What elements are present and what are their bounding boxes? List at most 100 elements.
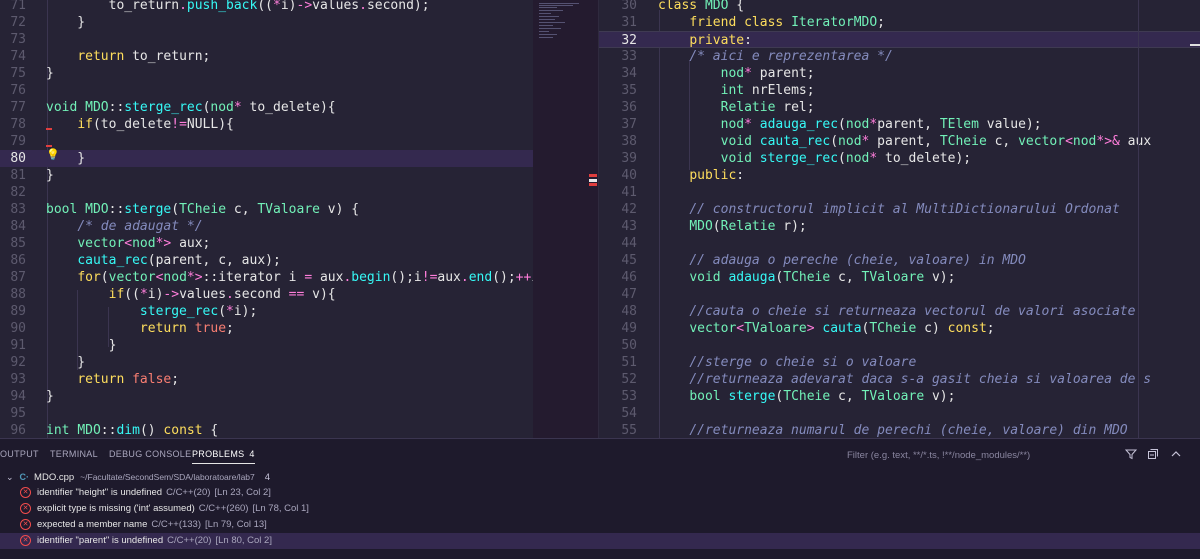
code-line[interactable]: 85 vector<nod*> aux; xyxy=(0,235,533,252)
code-line[interactable]: 36 Relatie rel; xyxy=(599,99,1200,116)
code-line[interactable]: 86 cauta_rec(parent, c, aux); xyxy=(0,252,533,269)
minimap-line xyxy=(539,31,549,32)
tab-terminal[interactable]: TERMINAL xyxy=(50,449,98,459)
code-line[interactable]: 71 to_return.push_back((*i)->values.seco… xyxy=(0,0,533,14)
problem-source: C/C++(20) xyxy=(167,535,212,546)
code-line[interactable]: 50 xyxy=(599,337,1200,354)
code-line[interactable]: 47 xyxy=(599,286,1200,303)
code-line[interactable]: 73 xyxy=(0,31,533,48)
line-number: 31 xyxy=(621,15,637,30)
line-number: 94 xyxy=(10,389,26,404)
code-line[interactable]: 40 public: xyxy=(599,167,1200,184)
code-line[interactable]: 79 xyxy=(0,133,533,150)
code-text: void MDO::sterge_rec(nod* to_delete){ xyxy=(46,100,336,115)
code-line[interactable]: 46 void adauga(TCheie c, TValoare v); xyxy=(599,269,1200,286)
right-editor[interactable]: 30 class MDO {31 friend class IteratorMDO… xyxy=(598,0,1200,438)
code-line[interactable]: 38 void cauta_rec(nod* parent, TCheie c,… xyxy=(599,133,1200,150)
line-number: 76 xyxy=(10,83,26,98)
problem-message: explicit type is missing ('int' assumed) xyxy=(37,503,195,514)
collapse-all-icon[interactable] xyxy=(1147,448,1159,463)
lightbulb-icon[interactable]: 💡 xyxy=(46,148,60,161)
code-line[interactable]: 44 xyxy=(599,235,1200,252)
code-line[interactable]: 75} xyxy=(0,65,533,82)
code-line[interactable]: 88 if((*i)->values.second == v){ xyxy=(0,286,533,303)
code-text: int MDO::dim() const { xyxy=(46,423,219,438)
code-line[interactable]: 34 nod* parent; xyxy=(599,65,1200,82)
code-line[interactable]: 74 return to_return; xyxy=(0,48,533,65)
problems-file-row[interactable]: ⌄ C· MDO.cpp ~/Facultate/SecondSem/SDA/labo… xyxy=(0,469,1200,485)
code-line[interactable]: 52 //returneaza adevarat daca s-a gasit … xyxy=(599,371,1200,388)
problem-item[interactable]: ✕ expected a member name C/C++(133) [Ln 79,… xyxy=(0,517,1200,533)
code-line[interactable]: 33 /* aici e reprezentarea */ xyxy=(599,48,1200,65)
code-text: if(to_delete!=NULL){ xyxy=(77,117,234,132)
code-line[interactable]: 96 int MDO::dim() const { xyxy=(0,422,533,438)
code-line[interactable]: 49 vector<TValoare> cauta(TCheie c) cons… xyxy=(599,320,1200,337)
code-line[interactable]: 95 xyxy=(0,405,533,422)
code-line[interactable]: 92 } xyxy=(0,354,533,371)
tab-problems[interactable]: PROBLEMS 4 xyxy=(192,449,255,464)
minimap[interactable] xyxy=(533,0,598,438)
code-text: // constructorul implicit al MultiDictio… xyxy=(689,202,1120,217)
left-editor[interactable]: 71 to_return.push_back((*i)->values.seco… xyxy=(0,0,533,438)
code-line[interactable]: 35 int nrElems; xyxy=(599,82,1200,99)
code-line[interactable]: 87 for(vector<nod*>::iterator i = aux.be… xyxy=(0,269,533,286)
line-number: 74 xyxy=(10,49,26,64)
problem-source: C/C++(133) xyxy=(151,519,202,530)
code-line[interactable]: 54 xyxy=(599,405,1200,422)
code-line[interactable]: 72 } xyxy=(0,14,533,31)
error-icon: ✕ xyxy=(20,486,31,498)
code-text: vector<TValoare> cauta(TCheie c) const; xyxy=(689,321,995,336)
code-line[interactable]: 78 if(to_delete!=NULL){ xyxy=(0,116,533,133)
line-number: 50 xyxy=(621,338,637,353)
code-text: MDO(Relatie r); xyxy=(689,219,807,234)
code-line[interactable]: 43 MDO(Relatie r); xyxy=(599,218,1200,235)
scrollbar-thumb[interactable] xyxy=(1190,44,1200,46)
code-line[interactable]: 37 nod* adauga_rec(nod*parent, TElem val… xyxy=(599,116,1200,133)
panel-tabs: OUTPUT TERMINAL DEBUG CONSOLE PROBLEMS 4 … xyxy=(0,439,1200,469)
code-line[interactable]: 80 } xyxy=(0,150,533,167)
code-line[interactable]: 32 private: xyxy=(599,31,1200,48)
line-number: 30 xyxy=(621,0,637,13)
code-line[interactable]: 30 class MDO { xyxy=(599,0,1200,14)
line-number: 49 xyxy=(621,321,637,336)
code-text: } xyxy=(46,66,54,81)
problem-item-selected[interactable]: ✕ identifier "parent" is undefined C/C++(2… xyxy=(0,533,1200,549)
problems-filter-input[interactable]: Filter (e.g. text, **/*.ts, !**/node_mod… xyxy=(838,447,1114,463)
code-line[interactable]: 93 return false; xyxy=(0,371,533,388)
problem-source: C/C++(260) xyxy=(198,503,249,514)
filter-icon[interactable] xyxy=(1124,448,1138,463)
code-line[interactable]: 55 //returneaza numarul de perechi (chei… xyxy=(599,422,1200,438)
code-line[interactable]: 76 xyxy=(0,82,533,99)
tab-debug-console[interactable]: DEBUG CONSOLE xyxy=(109,449,191,459)
code-line[interactable]: 31 friend class IteratorMDO; xyxy=(599,14,1200,31)
line-number: 83 xyxy=(10,202,26,217)
code-line[interactable]: 94} xyxy=(0,388,533,405)
code-line[interactable]: 42 // constructorul implicit al MultiDic… xyxy=(599,201,1200,218)
code-line[interactable]: 53 bool sterge(TCheie c, TValoare v); xyxy=(599,388,1200,405)
code-text: // adauga o pereche (cheie, valoare) in … xyxy=(689,253,1026,268)
minimap-line xyxy=(539,7,557,8)
chevron-down-icon[interactable]: ⌄ xyxy=(6,472,14,482)
code-line[interactable]: 48 //cauta o cheie si returneaza vectoru… xyxy=(599,303,1200,320)
code-text: nod* parent; xyxy=(720,66,815,81)
code-text: //cauta o cheie si returneaza vectorul d… xyxy=(689,304,1136,319)
code-line[interactable]: 91 } xyxy=(0,337,533,354)
code-line[interactable]: 89 sterge_rec(*i); xyxy=(0,303,533,320)
problem-item[interactable]: ✕ identifier "height" is undefined C/C++(2… xyxy=(0,485,1200,501)
line-number: 39 xyxy=(621,151,637,166)
problem-location: [Ln 23, Col 2] xyxy=(214,487,271,498)
line-number: 48 xyxy=(621,304,637,319)
code-line[interactable]: 83 bool MDO::sterge(TCheie c, TValoare v)… xyxy=(0,201,533,218)
code-line[interactable]: 84 /* de adaugat */ xyxy=(0,218,533,235)
problem-item[interactable]: ✕ explicit type is missing ('int' assumed… xyxy=(0,501,1200,517)
code-line[interactable]: 51 //sterge o cheie si o valoare xyxy=(599,354,1200,371)
code-line[interactable]: 41 xyxy=(599,184,1200,201)
code-line[interactable]: 82 xyxy=(0,184,533,201)
code-line[interactable]: 77 void MDO::sterge_rec(nod* to_delete){ xyxy=(0,99,533,116)
chevron-up-icon[interactable] xyxy=(1170,448,1182,463)
code-line[interactable]: 81} xyxy=(0,167,533,184)
tab-output[interactable]: OUTPUT xyxy=(0,449,39,459)
code-line[interactable]: 90 return true; xyxy=(0,320,533,337)
code-line[interactable]: 45 // adauga o pereche (cheie, valoare) … xyxy=(599,252,1200,269)
code-line[interactable]: 39 void sterge_rec(nod* to_delete); xyxy=(599,150,1200,167)
